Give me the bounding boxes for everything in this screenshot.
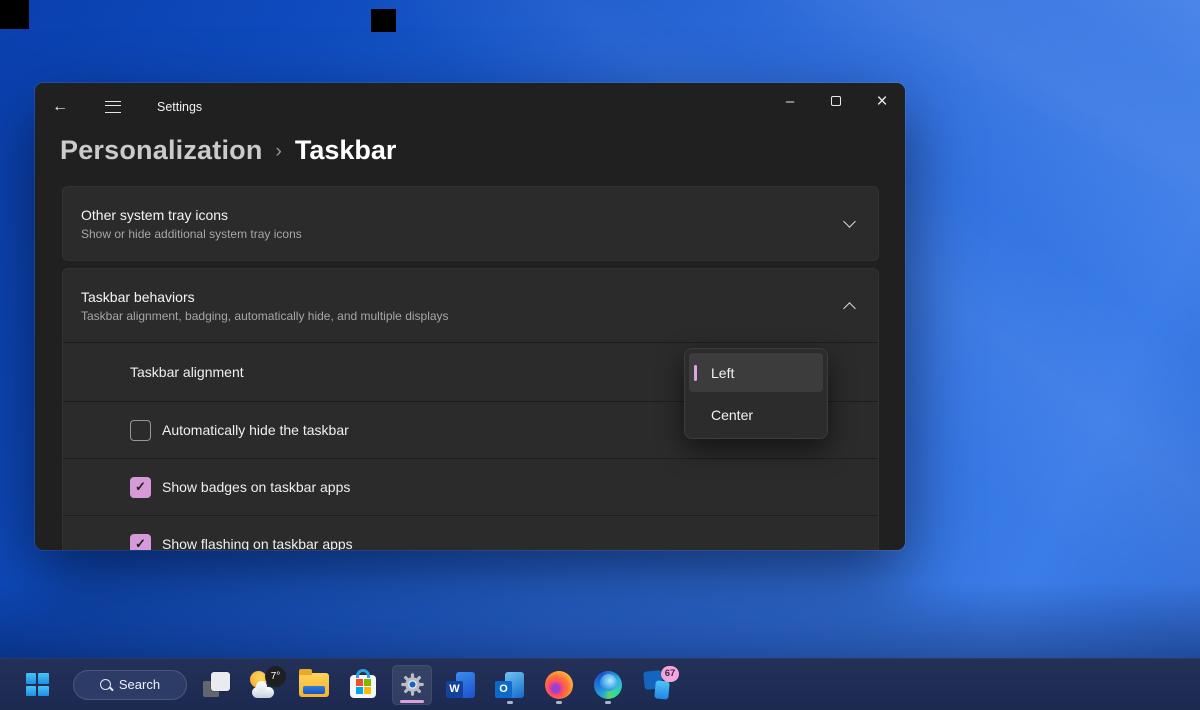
search-icon <box>100 679 111 690</box>
show-badges-label: Show badges on taskbar apps <box>162 479 350 495</box>
taskbar: Search 7° <box>0 658 1200 710</box>
firefox-button[interactable] <box>539 665 579 705</box>
word-icon: W <box>446 671 476 699</box>
auto-hide-label: Automatically hide the taskbar <box>162 422 349 438</box>
show-flashing-checkbox[interactable]: ✓ <box>130 534 151 551</box>
auto-hide-checkbox[interactable] <box>130 420 151 441</box>
task-view-icon <box>203 672 230 697</box>
redaction-box <box>0 0 29 29</box>
phone-link-icon: 67 <box>641 670 673 700</box>
tray-icons-card[interactable]: Other system tray icons Show or hide add… <box>62 186 879 261</box>
phone-link-button[interactable]: 67 <box>637 665 677 705</box>
dropdown-option-left-label: Left <box>711 365 734 381</box>
edge-button[interactable] <box>588 665 628 705</box>
window-title: Settings <box>157 100 202 114</box>
notification-count-badge: 67 <box>661 666 679 682</box>
taskbar-alignment-label: Taskbar alignment <box>130 364 244 380</box>
minimize-button[interactable]: – <box>767 83 813 119</box>
weather-icon: 7° <box>247 669 283 701</box>
task-view-button[interactable] <box>196 665 236 705</box>
breadcrumb: Personalization › Taskbar <box>35 135 905 169</box>
show-flashing-row: ✓ Show flashing on taskbar apps <box>63 515 878 550</box>
start-button[interactable] <box>17 665 57 705</box>
running-app-indicator <box>507 701 513 704</box>
windows-logo-icon <box>26 673 49 696</box>
breadcrumb-separator: › <box>276 141 282 163</box>
settings-gear-icon <box>399 671 426 698</box>
running-app-indicator <box>605 701 611 704</box>
settings-app-button[interactable] <box>392 665 432 705</box>
outlook-button[interactable]: O <box>490 665 530 705</box>
back-button[interactable]: ← <box>43 92 77 122</box>
firefox-icon <box>545 671 573 699</box>
word-button[interactable]: W <box>441 665 481 705</box>
taskbar-behaviors-header[interactable]: Taskbar behaviors Taskbar alignment, bad… <box>63 269 878 342</box>
file-explorer-button[interactable] <box>294 665 334 705</box>
minimize-icon: – <box>786 93 794 110</box>
chevron-down-icon <box>843 215 856 228</box>
page-title: Taskbar <box>295 135 397 166</box>
back-arrow-icon: ← <box>52 99 68 115</box>
window-controls: – × <box>767 83 905 119</box>
microsoft-store-button[interactable] <box>343 665 383 705</box>
breadcrumb-personalization[interactable]: Personalization <box>60 135 263 166</box>
check-icon: ✓ <box>135 479 146 495</box>
navigation-menu-icon[interactable] <box>105 101 121 113</box>
outlook-icon: O <box>495 671 525 699</box>
close-icon: × <box>876 92 887 111</box>
dropdown-option-center[interactable]: Center <box>689 395 823 434</box>
weather-widget-button[interactable]: 7° <box>245 665 285 705</box>
edge-icon <box>594 671 622 699</box>
taskbar-search[interactable]: Search <box>73 670 187 700</box>
cloud-icon <box>252 687 274 698</box>
tray-card-title: Other system tray icons <box>81 207 302 223</box>
temperature-badge: 7° <box>265 666 286 687</box>
settings-window: ← Settings – × Personalization › Taskbar <box>35 83 905 550</box>
titlebar: ← Settings – × <box>35 83 905 131</box>
dropdown-option-left[interactable]: Left <box>689 353 823 392</box>
maximize-button[interactable] <box>813 83 859 119</box>
desktop-wallpaper: ← Settings – × Personalization › Taskbar <box>0 0 1200 710</box>
close-button[interactable]: × <box>859 83 905 119</box>
alignment-dropdown-flyout: Left Center <box>684 348 828 439</box>
search-label: Search <box>119 677 160 692</box>
folder-icon <box>299 673 329 697</box>
check-icon: ✓ <box>135 536 146 550</box>
dropdown-option-center-label: Center <box>711 407 753 423</box>
behaviors-card-title: Taskbar behaviors <box>81 289 449 305</box>
chevron-up-icon <box>843 302 856 315</box>
show-badges-row: ✓ Show badges on taskbar apps <box>63 458 878 515</box>
running-app-indicator <box>556 701 562 704</box>
store-icon <box>350 675 376 698</box>
selected-indicator-pill <box>694 365 697 381</box>
tray-card-subtitle: Show or hide additional system tray icon… <box>81 227 302 241</box>
behaviors-card-subtitle: Taskbar alignment, badging, automaticall… <box>81 309 449 323</box>
show-flashing-label: Show flashing on taskbar apps <box>162 536 353 550</box>
show-badges-checkbox[interactable]: ✓ <box>130 477 151 498</box>
maximize-icon <box>831 96 841 106</box>
redaction-box <box>371 9 396 32</box>
active-app-indicator <box>400 700 424 703</box>
